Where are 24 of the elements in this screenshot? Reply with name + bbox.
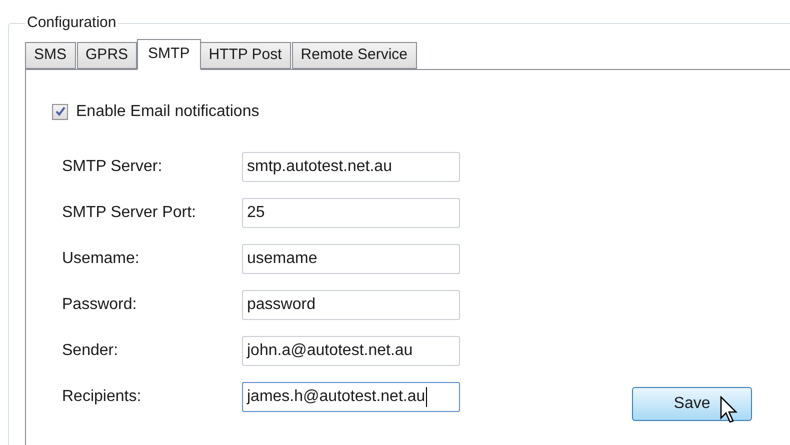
field-label: Sender:	[62, 340, 120, 360]
input-field[interactable]: james.h@autotest.net.au	[242, 382, 460, 412]
group-title: Configuration	[26, 13, 118, 33]
checkbox[interactable]	[52, 104, 68, 120]
field-label: Password:	[62, 294, 138, 314]
field-label: SMTP Server:	[62, 156, 164, 176]
tab[interactable]: GPRS	[76, 42, 138, 68]
input-field[interactable]: smtp.autotest.net.au	[242, 152, 460, 182]
save-button[interactable]: Save	[632, 386, 752, 420]
text-cursor	[426, 386, 428, 406]
tab[interactable]: SMS	[25, 42, 76, 68]
field-label: Usemame:	[62, 248, 140, 268]
tab[interactable]: Remote Service	[292, 42, 416, 68]
tab[interactable]: HTTP Post	[200, 42, 291, 68]
checkmark-icon	[54, 106, 66, 117]
checkbox-label: Enable Email notifications	[76, 102, 260, 122]
input-field[interactable]: usemame	[242, 244, 460, 274]
input-field[interactable]: john.a@autotest.net.au	[242, 336, 460, 366]
field-label: Recipients:	[62, 386, 142, 406]
input-field[interactable]: 25	[242, 198, 460, 228]
field-label: SMTP Server Port:	[62, 202, 197, 222]
tab[interactable]: SMTP	[137, 38, 201, 70]
mouse-pointer-icon	[720, 396, 740, 424]
input-field[interactable]: password	[242, 290, 460, 320]
